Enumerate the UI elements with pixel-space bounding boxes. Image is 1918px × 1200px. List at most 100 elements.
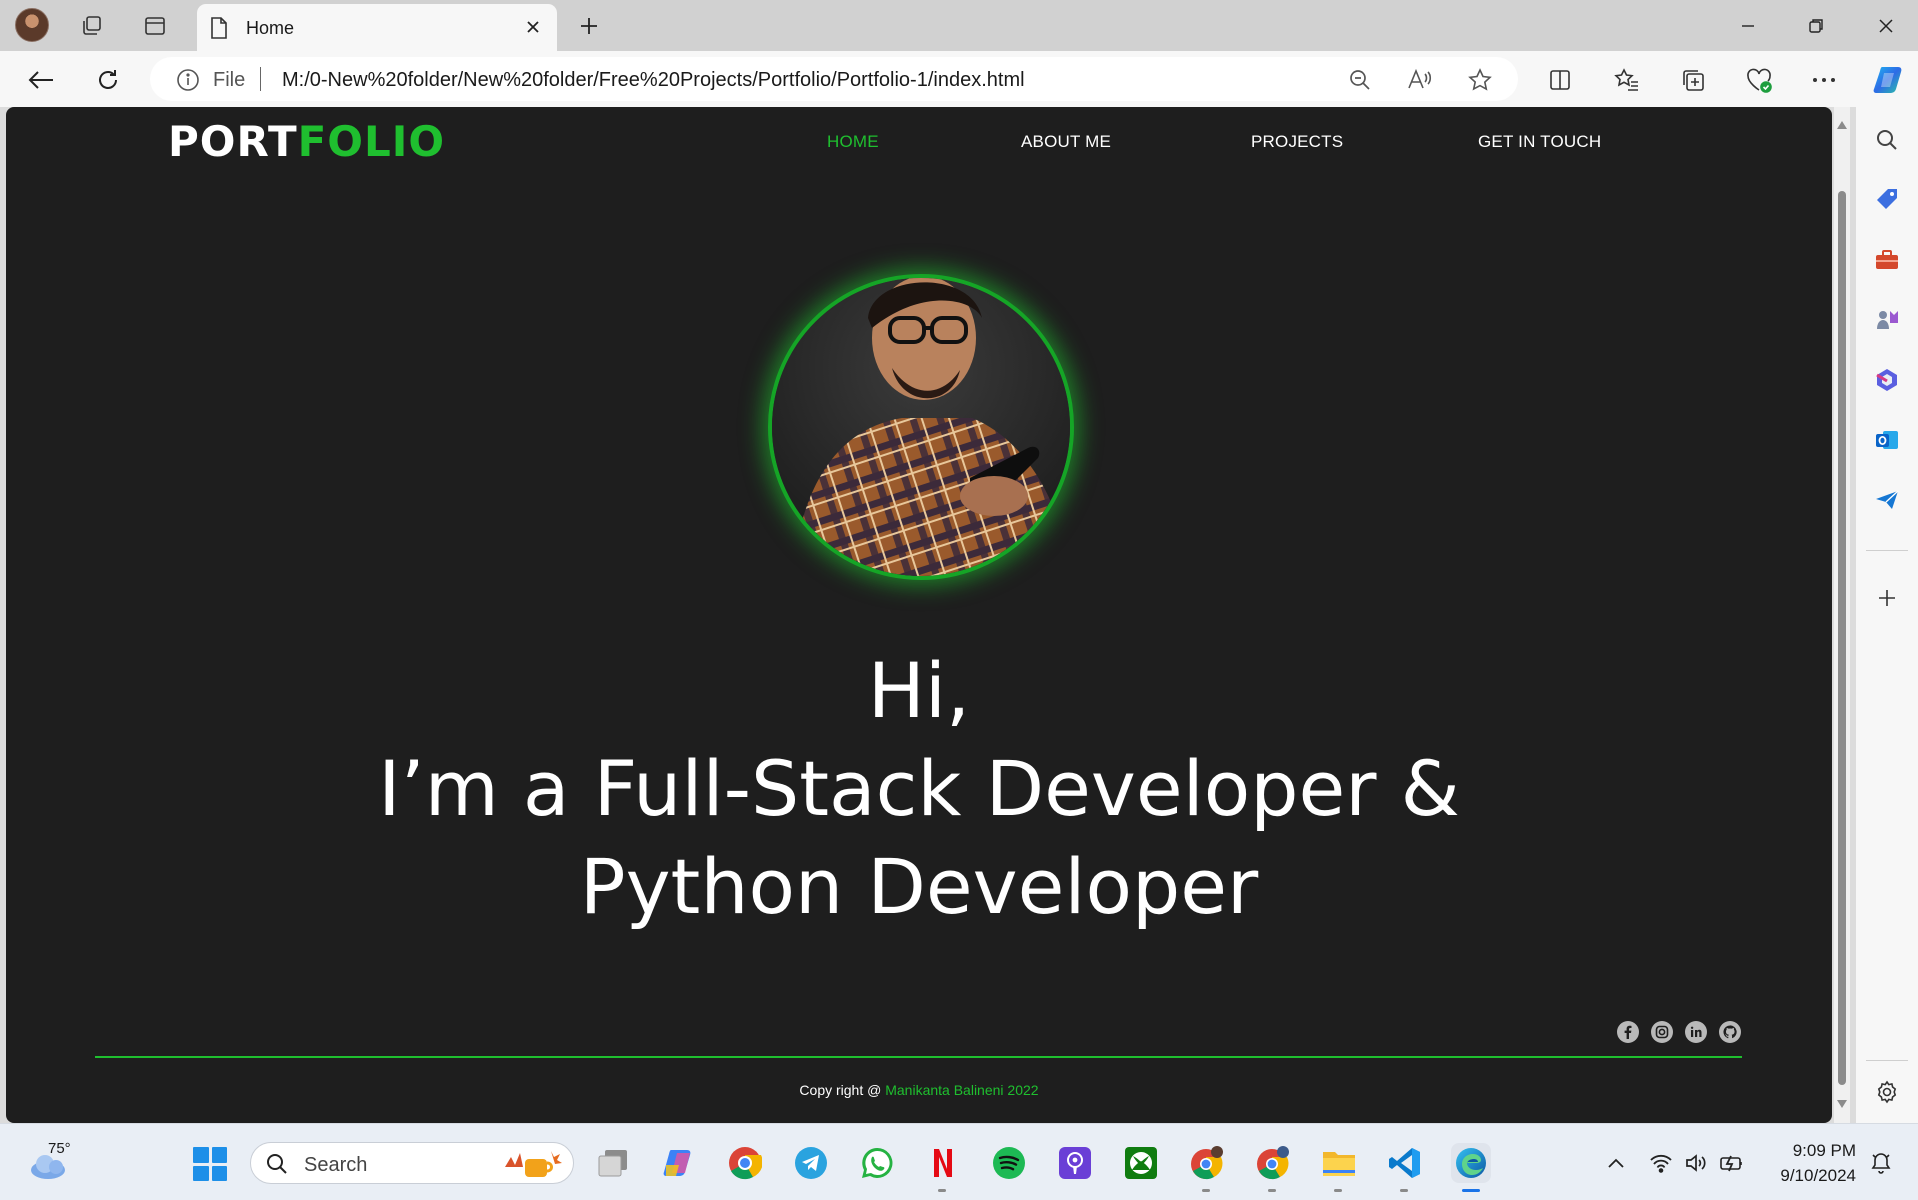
site-logo[interactable]: PORTFOLIO: [168, 117, 445, 166]
hero-heading: Hi, I’m a Full-Stack Developer & Python …: [6, 642, 1832, 936]
copyright-name: Manikanta Balineni 2022: [885, 1082, 1039, 1098]
social-links: [1617, 1021, 1741, 1043]
github-icon[interactable]: [1719, 1021, 1741, 1043]
tab-home[interactable]: Home: [197, 4, 557, 51]
windows-taskbar: 75° Search 9:09 PM 9/10/2024: [0, 1123, 1918, 1200]
facebook-icon[interactable]: [1617, 1021, 1639, 1043]
sidebar-divider-bottom: [1866, 1060, 1908, 1061]
settings-gear-icon[interactable]: [1872, 1077, 1902, 1107]
search-highlight-icon: [505, 1151, 562, 1177]
restore-icon[interactable]: [1796, 12, 1836, 40]
page-icon: [209, 16, 229, 45]
refresh-icon[interactable]: [91, 63, 125, 97]
more-options-icon[interactable]: [1807, 63, 1841, 97]
logo-port: PORT: [168, 117, 298, 166]
back-icon[interactable]: [24, 63, 58, 97]
shopping-tag-icon[interactable]: [1872, 185, 1902, 215]
running-indicator: [1202, 1189, 1210, 1192]
page-viewport: PORTFOLIO HOME ABOUT ME PROJECTS GET IN …: [6, 107, 1832, 1123]
page-scrollbar[interactable]: [1834, 107, 1850, 1123]
workspaces-icon[interactable]: [78, 12, 106, 40]
scroll-thumb[interactable]: [1838, 191, 1846, 1085]
podcasts-icon[interactable]: [1055, 1143, 1095, 1183]
minimize-icon[interactable]: [1728, 12, 1768, 40]
scroll-down-arrow[interactable]: [1837, 1100, 1847, 1108]
browser-title-bar: Home: [0, 0, 1918, 51]
read-aloud-icon[interactable]: [1407, 67, 1433, 93]
new-tab-button[interactable]: [575, 12, 603, 40]
taskbar-clock[interactable]: 9:09 PM 9/10/2024: [1760, 1138, 1856, 1188]
clock-time: 9:09 PM: [1792, 1141, 1856, 1160]
volume-icon[interactable]: [1683, 1150, 1709, 1176]
search-icon[interactable]: [1872, 125, 1902, 155]
site-info-icon[interactable]: [176, 68, 200, 97]
browser-essentials-icon[interactable]: [1742, 63, 1776, 97]
edge-icon[interactable]: [1451, 1143, 1491, 1192]
address-bar[interactable]: File M:/0-New%20folder/New%20folder/Free…: [150, 57, 1518, 101]
taskbar-search[interactable]: Search: [250, 1142, 574, 1184]
edge-sidebar: [1856, 107, 1918, 1123]
tools-icon[interactable]: [1872, 245, 1902, 275]
chrome-profile-1-icon[interactable]: [1187, 1143, 1227, 1192]
close-window-icon[interactable]: [1866, 12, 1906, 40]
linkedin-icon[interactable]: [1685, 1021, 1707, 1043]
clock-date: 9/10/2024: [1780, 1166, 1856, 1185]
battery-charging-icon[interactable]: [1719, 1150, 1745, 1176]
outlook-icon[interactable]: [1872, 425, 1902, 455]
show-hidden-icons-chevron-icon[interactable]: [1603, 1150, 1629, 1176]
xbox-icon[interactable]: [1121, 1143, 1161, 1183]
running-indicator: [938, 1189, 946, 1192]
collections-icon[interactable]: [1676, 63, 1710, 97]
split-screen-icon[interactable]: [1543, 63, 1577, 97]
netflix-icon[interactable]: [923, 1143, 963, 1192]
tab-title: Home: [246, 18, 295, 38]
notifications-icon[interactable]: [1868, 1150, 1894, 1176]
favorites-icon[interactable]: [1610, 63, 1644, 97]
hero-line-2: I’m a Full-Stack Developer &: [378, 744, 1460, 833]
task-view-icon[interactable]: [593, 1143, 633, 1183]
hero-line-1: Hi,: [867, 646, 971, 735]
running-indicator: [1334, 1189, 1342, 1192]
telegram-icon[interactable]: [791, 1143, 831, 1183]
microsoft-365-icon[interactable]: [1872, 365, 1902, 395]
nav-projects[interactable]: PROJECTS: [1251, 132, 1343, 152]
add-icon[interactable]: [1872, 583, 1902, 613]
search-icon: [265, 1152, 289, 1181]
nav-about-me[interactable]: ABOUT ME: [1021, 132, 1111, 152]
running-indicator: [1268, 1189, 1276, 1192]
file-explorer-icon[interactable]: [1319, 1143, 1359, 1192]
running-indicator: [1400, 1189, 1408, 1192]
spotify-icon[interactable]: [989, 1143, 1029, 1183]
scroll-up-arrow[interactable]: [1837, 121, 1847, 129]
profile-photo-illustration: [772, 278, 1070, 576]
chrome-icon[interactable]: [725, 1143, 765, 1183]
footer-divider: [95, 1056, 1742, 1058]
instagram-icon[interactable]: [1651, 1021, 1673, 1043]
logo-folio: FOLIO: [297, 117, 446, 166]
windows-start-icon[interactable]: [193, 1147, 227, 1181]
copyright-prefix: Copy right @: [799, 1082, 886, 1098]
copilot-taskbar-icon[interactable]: [659, 1143, 699, 1183]
whatsapp-icon[interactable]: [857, 1143, 897, 1183]
copilot-icon[interactable]: [1870, 61, 1908, 99]
favorite-star-icon[interactable]: [1467, 67, 1493, 93]
tab-actions-icon[interactable]: [141, 12, 169, 40]
sidebar-divider: [1866, 550, 1908, 551]
weather-widget[interactable]: 75°: [28, 1140, 72, 1182]
address-separator: [260, 67, 261, 91]
vscode-icon[interactable]: [1385, 1143, 1425, 1192]
hero-line-3: Python Developer: [579, 842, 1259, 931]
games-icon[interactable]: [1872, 305, 1902, 335]
browser-toolbar: File M:/0-New%20folder/New%20folder/Free…: [0, 51, 1918, 107]
chrome-profile-2-icon[interactable]: [1253, 1143, 1293, 1192]
send-icon[interactable]: [1872, 485, 1902, 515]
search-placeholder: Search: [304, 1154, 368, 1176]
profile-avatar[interactable]: [15, 8, 49, 42]
nav-home[interactable]: HOME: [827, 132, 879, 152]
address-scheme-label: File: [213, 69, 246, 91]
wifi-icon[interactable]: [1648, 1150, 1674, 1176]
nav-get-in-touch[interactable]: GET IN TOUCH: [1478, 132, 1601, 152]
close-tab-icon[interactable]: [521, 15, 545, 39]
url-text[interactable]: M:/0-New%20folder/New%20folder/Free%20Pr…: [282, 69, 1025, 92]
zoom-icon[interactable]: [1347, 67, 1373, 93]
